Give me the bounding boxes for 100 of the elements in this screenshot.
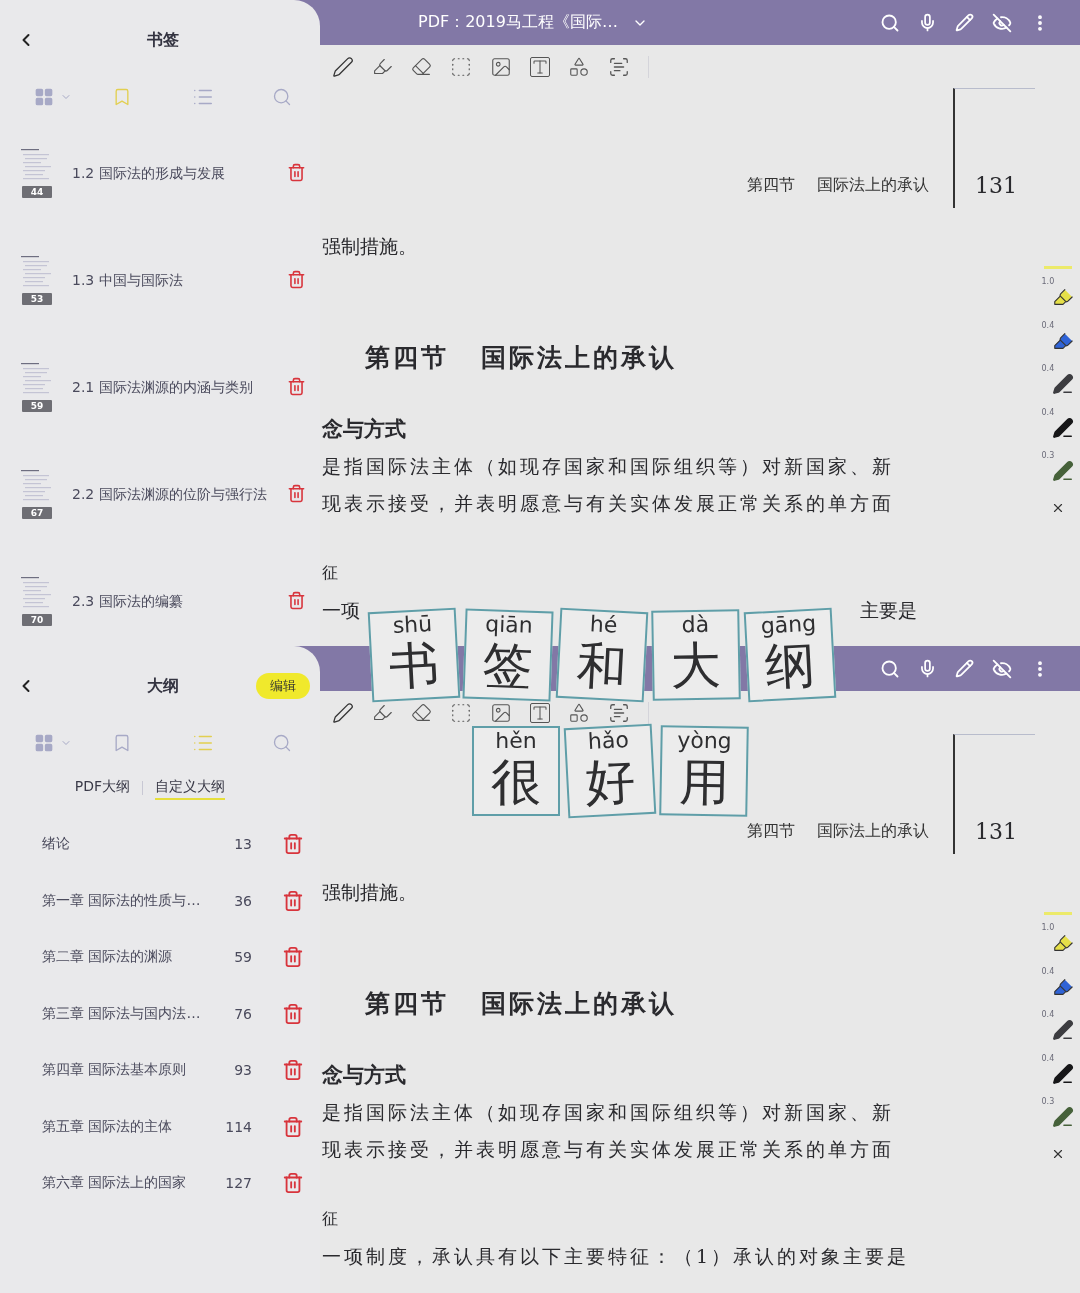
microphone-icon[interactable]	[918, 659, 937, 678]
delete-icon[interactable]	[282, 1059, 304, 1082]
page-number: 59	[233, 949, 252, 966]
outline-source-tab[interactable]: PDF大纲	[74, 776, 131, 800]
highlighter-tool-icon[interactable]	[372, 702, 393, 723]
running-head: 国际法上的承认	[817, 175, 929, 196]
body-text: 强制措施。	[322, 233, 417, 259]
panel-title: 大纲	[146, 675, 180, 697]
character: 很	[491, 752, 541, 812]
highlighter-tool-icon[interactable]	[372, 56, 393, 77]
running-head: 第四节	[747, 175, 795, 196]
body-text: 一项	[322, 598, 360, 624]
delete-icon[interactable]	[282, 833, 304, 856]
eraser-icon[interactable]	[411, 56, 432, 77]
microphone-icon[interactable]	[918, 13, 937, 32]
character: 大	[670, 635, 722, 697]
page-number: 76	[233, 1005, 252, 1022]
outline-title[interactable]: 第二章 国际法的渊源	[42, 948, 202, 967]
section-heading: 国际法上的承认	[481, 988, 677, 1020]
outline-title[interactable]: 第三章 国际法与国内法…	[42, 1004, 202, 1023]
pen-icon[interactable]	[1051, 416, 1074, 439]
pen-tool-icon[interactable]	[332, 701, 354, 724]
highlighter-icon[interactable]	[1051, 286, 1074, 308]
pinyin: qiān	[484, 613, 534, 637]
pen-width: 1.0	[1041, 923, 1055, 932]
bookmark-title[interactable]: 2.2 国际法渊源的位阶与强行法	[72, 483, 287, 504]
delete-icon[interactable]	[287, 163, 306, 182]
outline-title[interactable]: 第四章 国际法基本原则	[42, 1061, 202, 1080]
pen-icon[interactable]	[1051, 1062, 1074, 1085]
delete-icon[interactable]	[282, 946, 304, 969]
body-text: 现表示接受，并表明愿意与有关实体发展正常关系的单方面	[322, 491, 894, 517]
pen-icon[interactable]	[1051, 373, 1074, 395]
pencil-icon[interactable]	[955, 13, 974, 32]
page-number: 131	[975, 173, 1017, 198]
pen-width: 0.4	[1041, 1053, 1055, 1063]
selection-icon[interactable]	[450, 701, 472, 724]
delete-icon[interactable]	[287, 484, 306, 503]
text-box-icon[interactable]	[530, 56, 550, 77]
eye-off-icon[interactable]	[992, 12, 1012, 33]
page-badge: 44	[22, 185, 52, 198]
search-icon[interactable]	[880, 658, 900, 679]
search-icon[interactable]	[880, 12, 900, 33]
body-text: 一项制度，承认具有以下主要特征：（1）承认的对象主要是	[322, 1244, 910, 1270]
pen-tool-icon[interactable]	[332, 55, 354, 78]
outline-title[interactable]: 第五章 国际法的主体	[42, 1117, 202, 1136]
pinyin: yòng	[677, 729, 732, 753]
highlighter-icon[interactable]	[1051, 932, 1074, 954]
outline-source-tab[interactable]: 自定义大纲	[155, 776, 226, 800]
eye-off-icon[interactable]	[992, 658, 1012, 679]
delete-icon[interactable]	[282, 1115, 304, 1138]
document-title[interactable]: PDF：2019马工程《国际…	[418, 12, 618, 33]
delete-icon[interactable]	[282, 1172, 304, 1195]
running-head: 第四节	[747, 821, 795, 842]
pen-width: 0.3	[1041, 1097, 1055, 1106]
outline-title[interactable]: 绪论	[42, 835, 202, 854]
shapes-icon[interactable]	[568, 701, 590, 724]
text-scan-icon[interactable]	[608, 55, 630, 78]
body-text: 征	[322, 563, 338, 585]
delete-icon[interactable]	[282, 1002, 304, 1025]
page-number: 36	[233, 892, 252, 909]
page-number: 131	[975, 819, 1017, 844]
body-text: 主要是	[860, 598, 917, 624]
outline-title[interactable]: 第一章 国际法的性质与…	[42, 891, 202, 910]
pen-width: 0.4	[1041, 407, 1055, 417]
delete-icon[interactable]	[287, 270, 306, 289]
body-text: 强制措施。	[322, 879, 417, 905]
outline-title[interactable]: 第六章 国际法上的国家	[42, 1174, 202, 1193]
pencil-icon[interactable]	[955, 659, 974, 678]
bookmark-title[interactable]: 2.3 国际法的编纂	[72, 590, 287, 611]
page-badge: 67	[22, 506, 52, 519]
page-number: 13	[233, 836, 252, 853]
character: 签	[481, 636, 534, 697]
bookmark-title[interactable]: 2.1 国际法渊源的内涵与类别	[72, 376, 287, 397]
bookmark-title[interactable]: 1.3 中国与国际法	[72, 269, 287, 290]
delete-icon[interactable]	[287, 591, 306, 610]
body-text: 是指国际法主体（如现存国家和国际组织等）对新国家、新	[322, 453, 894, 479]
shapes-icon[interactable]	[568, 55, 590, 78]
subsection-heading: 念与方式	[322, 415, 406, 444]
edit-button[interactable]: 编辑	[256, 673, 310, 699]
selection-icon[interactable]	[450, 55, 472, 78]
pen-width: 0.4	[1041, 1010, 1055, 1019]
pen-icon[interactable]	[1051, 1019, 1074, 1041]
section-heading: 第四节	[365, 988, 449, 1020]
delete-icon[interactable]	[282, 889, 304, 912]
pen-width: 0.4	[1041, 364, 1055, 373]
section-heading: 国际法上的承认	[481, 342, 677, 374]
section-heading: 第四节	[365, 342, 449, 374]
pen-width: 0.3	[1041, 451, 1055, 460]
text-box-icon[interactable]	[530, 702, 550, 723]
running-head: 国际法上的承认	[817, 821, 929, 842]
body-text: 征	[322, 1209, 338, 1231]
image-icon[interactable]	[490, 55, 512, 78]
pen-width: 1.0	[1041, 277, 1055, 286]
delete-icon[interactable]	[287, 377, 306, 396]
image-icon[interactable]	[490, 701, 512, 724]
text-scan-icon[interactable]	[608, 701, 630, 724]
body-text: 是指国际法主体（如现存国家和国际组织等）对新国家、新	[322, 1099, 894, 1125]
page-badge: 53	[22, 292, 52, 305]
bookmark-title[interactable]: 1.2 国际法的形成与发展	[72, 162, 287, 183]
eraser-icon[interactable]	[411, 702, 432, 723]
